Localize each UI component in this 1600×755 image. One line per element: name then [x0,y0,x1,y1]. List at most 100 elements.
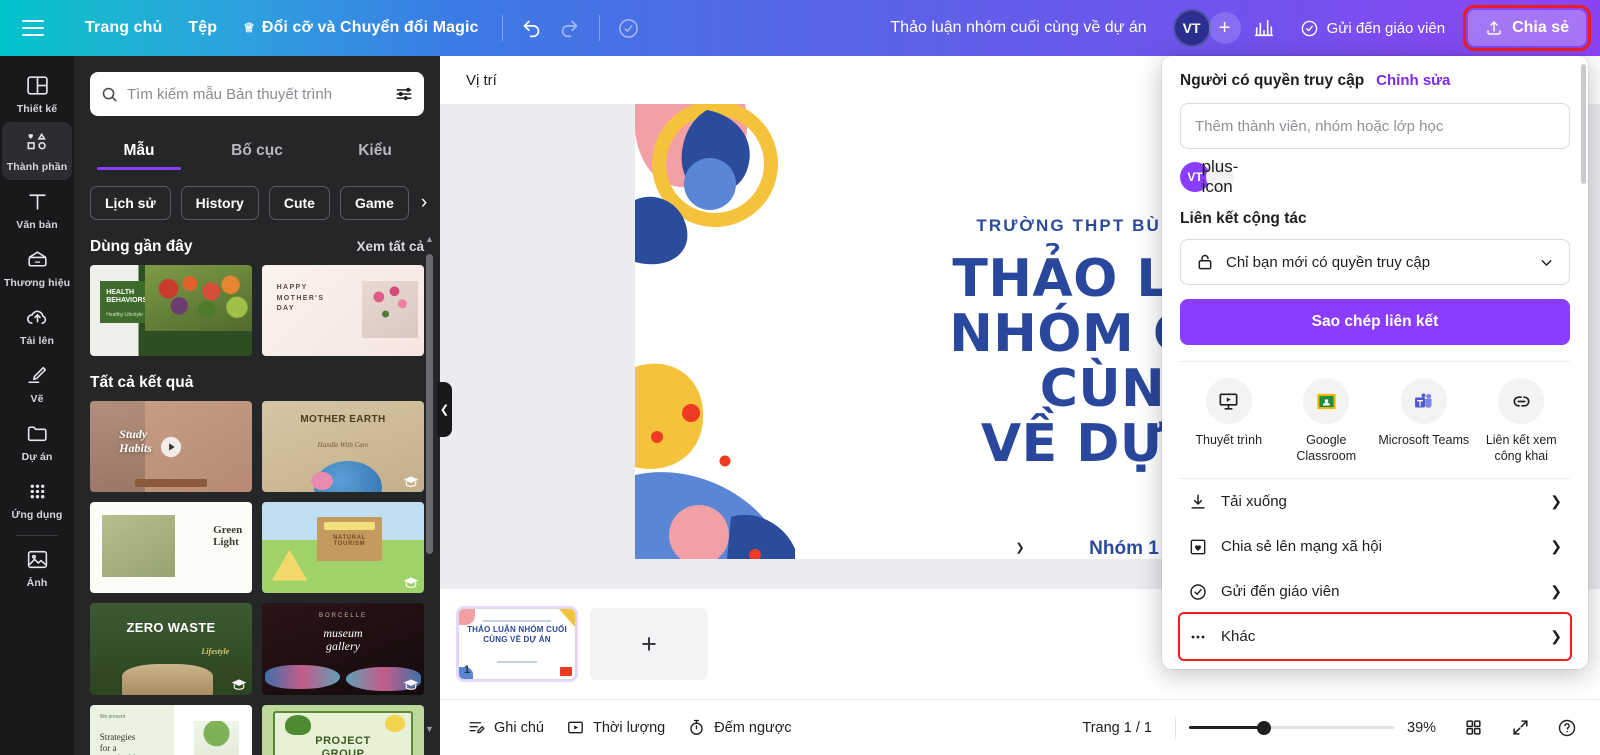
sidebar-item-apps[interactable]: Ứng dụng [2,470,72,528]
tab-templates[interactable]: Mẫu [80,133,198,170]
check-circle-icon [1190,584,1206,600]
share-row-download-label: Tải xuống [1221,493,1287,511]
page-indicator[interactable]: Trang 1 / 1 [1072,713,1162,743]
template-thumbnail[interactable]: HAPPY MOTHER'S DAY [262,265,424,357]
share-row-more[interactable]: Khác ❯ [1178,612,1572,662]
template-thumbnail[interactable]: We present Strategiesfor asustainable [90,704,252,755]
panel-scrollbar-thumb[interactable] [426,254,433,554]
chevron-right-icon: ❯ [1550,538,1562,555]
chip-game[interactable]: Game [339,186,409,220]
scroll-down-arrow-icon[interactable]: ▼ [425,724,434,734]
tab-layouts[interactable]: Bố cục [198,133,316,170]
chip-lich-su[interactable]: Lịch sử [90,186,171,220]
sidebar-item-photos[interactable]: Ảnh [2,538,72,596]
add-slide-button[interactable]: + [590,608,708,680]
zoom-slider-knob[interactable] [1256,720,1271,735]
timer-button[interactable]: Đếm ngược [676,710,802,745]
search-input[interactable] [127,85,394,103]
chevron-down-icon [1541,259,1552,266]
slide-number: 1 [464,664,471,676]
collapse-slides-handle[interactable]: ❯ [977,535,1063,559]
redo-icon[interactable] [551,9,589,47]
sidebar-item-design[interactable]: Thiết kế [2,64,72,122]
zoom-value: 39% [1407,719,1437,736]
template-thumbnail[interactable]: Study Habits [90,401,252,493]
sidebar-item-uploads[interactable]: Tải lên [2,296,72,354]
send-to-teacher-button[interactable]: Gửi đến giáo viên [1287,11,1458,46]
top-toolbar-right: Thảo luận nhóm cuối cùng về dự án VT + G… [880,5,1600,51]
see-all-link[interactable]: Xem tất cả [356,239,424,254]
template-thumbnail[interactable]: MOTHER EARTH Handle With Care [262,401,424,493]
sidebar-item-draw[interactable]: Vẽ [2,354,72,412]
bar-chart-icon[interactable] [1245,9,1283,47]
menu-home[interactable]: Trang chủ [72,11,175,45]
sidebar-label-design: Thiết kế [16,103,58,115]
template-thumbnail[interactable]: PROJECT GROUP [262,704,424,755]
edit-access-link[interactable]: Chỉnh sửa [1376,72,1450,89]
position-button[interactable]: Vị trí [466,72,497,89]
sidebar-label-text: Văn bản [16,219,58,232]
social-heart-icon [1190,539,1206,555]
thumb-header-line [483,620,551,622]
menu-file[interactable]: Tệp [175,11,230,45]
permission-select[interactable]: Chỉ bạn mới có quyền truy cập [1180,239,1570,285]
sidebar-label-draw: Vẽ [30,393,44,406]
chevron-right-icon[interactable]: › [419,192,427,214]
document-title[interactable]: Thảo luận nhóm cuối cùng về dự án [880,12,1156,44]
share-row-download[interactable]: Tải xuống ❯ [1180,479,1570,524]
menu-magic-switch[interactable]: ♕ Đổi cỡ và Chuyển đổi Magic [230,11,491,45]
chip-history[interactable]: History [180,186,259,220]
share-panel: Người có quyền truy cập Chỉnh sửa VT plu… [1162,56,1588,670]
share-row-social[interactable]: Chia sẻ lên mạng xã hội ❯ [1180,524,1570,569]
add-person-button[interactable]: plus-icon [1202,157,1239,196]
sidebar-item-elements[interactable]: Thành phần [2,122,72,181]
template-thumbnail[interactable]: NATURAL TOURISM [262,502,424,594]
share-app-public-link[interactable]: Liên kết xem công khai [1473,378,1571,464]
notes-button[interactable]: Ghi chú [456,710,555,745]
user-avatar[interactable]: VT [1172,9,1211,47]
share-app-microsoft-teams[interactable]: Microsoft Teams [1375,378,1473,464]
share-row-teacher[interactable]: Gửi đến giáo viên ❯ [1180,569,1570,614]
access-title: Người có quyền truy cập [1180,72,1365,89]
template-thumbnail[interactable]: BORCELLE museum gallery [262,603,424,695]
share-app-present[interactable]: Thuyết trình [1180,378,1278,464]
ellipsis-icon [1191,635,1205,639]
slide-thumbnail-1[interactable]: THẢO LUẬN NHÓM CUỐI CÙNG VỀ DỰ ÁN 1 [458,608,576,680]
add-member-field[interactable] [1180,103,1570,149]
share-button-inner[interactable]: Chia sẻ [1468,10,1586,46]
decoration-top-left [635,104,778,265]
template-thumbnail[interactable]: Green Light [90,502,252,594]
top-toolbar-left: Trang chủ Tệp ♕ Đổi cỡ và Chuyển đổi Mag… [0,9,648,47]
sidebar-item-projects[interactable]: Dự án [2,412,72,470]
cloud-sync-icon[interactable] [610,9,648,47]
hamburger-menu-icon[interactable] [22,11,56,45]
collapse-panel-handle[interactable]: ❮ [437,382,452,437]
undo-icon[interactable] [513,9,551,47]
send-to-teacher-label: Gửi đến giáo viên [1326,19,1446,37]
help-circle-icon[interactable] [1550,711,1584,745]
top-toolbar: Trang chủ Tệp ♕ Đổi cỡ và Chuyển đổi Mag… [0,0,1600,56]
template-thumbnail[interactable]: ZERO WASTE Lifestyle [90,603,252,695]
copy-link-button[interactable]: Sao chép liên kết [1180,299,1570,345]
toolbar-divider-1 [501,15,503,41]
zoom-slider[interactable] [1189,718,1394,738]
duration-button[interactable]: Thời lượng [555,710,676,745]
add-collaborator-button[interactable]: + [1208,12,1241,44]
people-list: VT plus-icon [1180,157,1570,196]
search-box[interactable] [90,72,424,116]
sidebar-item-text[interactable]: Văn bản [2,180,72,238]
panel-scrollbar[interactable]: ▲ ▼ [425,232,434,734]
share-app-google-classroom[interactable]: Google Classroom [1278,378,1376,464]
share-panel-scrollbar[interactable] [1581,64,1586,184]
sidebar-item-brand[interactable]: Thương hiệu [2,238,72,296]
share-row-more-label: Khác [1221,628,1256,646]
template-thumbnail[interactable]: HEALTH BEHAVIORS Healthy Lifestyle [90,265,252,357]
share-button[interactable]: Chia sẻ [1463,5,1591,51]
chip-cute[interactable]: Cute [268,186,330,220]
tab-styles[interactable]: Kiểu [316,133,434,170]
add-member-input[interactable] [1195,117,1555,135]
grid-view-icon[interactable] [1456,711,1490,745]
sliders-icon[interactable] [394,84,414,104]
expand-icon[interactable] [1503,711,1537,745]
scroll-up-arrow-icon[interactable]: ▲ [425,234,434,244]
